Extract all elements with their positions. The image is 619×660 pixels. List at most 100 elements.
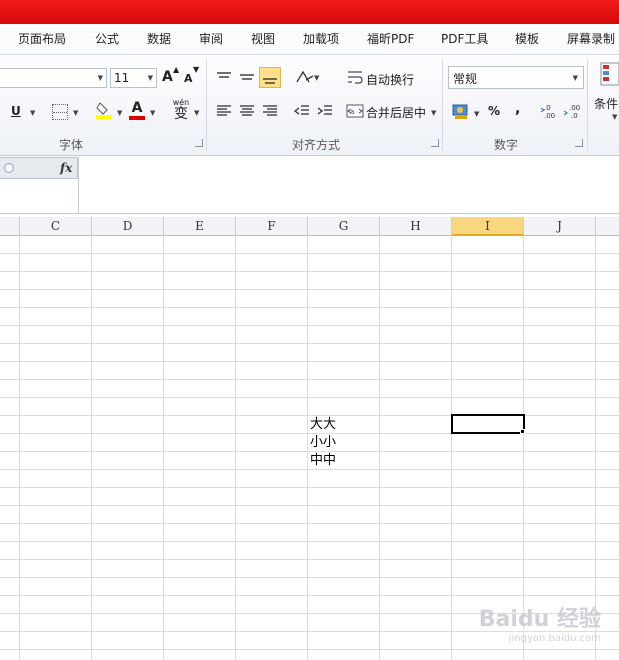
font-size-dropdown[interactable]: 11 ▼	[110, 68, 157, 88]
percent-style-button[interactable]: %	[488, 104, 500, 118]
chevron-down-icon: ▼	[147, 74, 153, 82]
align-center-icon[interactable]	[238, 103, 256, 119]
increase-font-button[interactable]: A	[162, 69, 173, 85]
formula-bar: fx	[0, 157, 619, 214]
wrap-text-icon[interactable]	[346, 69, 364, 87]
title-bar	[0, 0, 619, 24]
font-size-value: 11	[114, 71, 130, 85]
align-top-icon[interactable]	[215, 69, 233, 85]
ribbon-tabs: 页面布局 公式 数据 审阅 视图 加载项 福昕PDF PDF工具 模板 屏幕录制	[0, 24, 619, 54]
column-header-c[interactable]: C	[20, 217, 92, 236]
name-box-toggle-icon[interactable]	[4, 163, 14, 173]
tab-pdf-tools[interactable]: PDF工具	[441, 30, 488, 47]
chevron-down-icon: ▼	[30, 109, 36, 117]
accounting-format-icon[interactable]	[452, 102, 470, 120]
tab-page-layout[interactable]: 页面布局	[18, 30, 66, 47]
svg-text:.0: .0	[544, 104, 551, 112]
decrease-font-button[interactable]: A	[184, 72, 193, 85]
gridline	[451, 236, 452, 660]
align-middle-icon[interactable]	[238, 69, 256, 85]
active-cell[interactable]	[451, 414, 525, 434]
gridline	[595, 236, 596, 660]
watermark: Baidu 经验 jingyan.baidu.com	[479, 601, 601, 644]
name-box[interactable]: fx	[0, 157, 78, 179]
caret-down-icon: ▼	[193, 65, 200, 74]
font-group-label: 字体	[59, 138, 84, 152]
tab-templates[interactable]: 模板	[515, 30, 539, 47]
decrease-decimal-icon[interactable]: .00.0	[563, 102, 583, 120]
chevron-down-icon: ▼	[572, 74, 578, 82]
borders-icon[interactable]	[52, 104, 68, 120]
increase-decimal-icon[interactable]: .0.00	[540, 102, 560, 120]
svg-text:.00: .00	[569, 104, 580, 112]
ribbon: ▼ 11 ▼ A ▲ A ▼ U ▼ ▼ ▼ A ▼ wén 变 ▼ 字体 ▼ …	[0, 54, 619, 156]
group-separator	[442, 59, 443, 151]
merge-center-icon[interactable]: a	[346, 103, 364, 119]
gridline	[307, 236, 308, 660]
chevron-down-icon: ▼	[97, 74, 103, 82]
tab-review[interactable]: 审阅	[199, 30, 223, 47]
alignment-dialog-launcher[interactable]	[431, 139, 439, 147]
tab-foxit-pdf[interactable]: 福昕PDF	[367, 30, 414, 47]
column-header-h[interactable]: H	[380, 217, 452, 236]
insert-function-icon[interactable]: fx	[60, 161, 72, 175]
group-separator	[587, 59, 588, 151]
svg-text:.00: .00	[544, 112, 555, 120]
merge-center-button[interactable]: 合并后居中	[366, 104, 426, 121]
column-header-partial[interactable]	[596, 217, 619, 236]
increase-indent-icon[interactable]	[316, 103, 334, 119]
chevron-down-icon: ▼	[73, 109, 79, 117]
svg-text:.0: .0	[571, 112, 578, 120]
column-header-i[interactable]: I	[452, 217, 524, 236]
chevron-down-icon: ▼	[474, 110, 480, 118]
chevron-down-icon: ▼	[194, 109, 200, 117]
cell-g-line-3: 中中	[310, 453, 337, 468]
wrap-text-button[interactable]: 自动换行	[366, 71, 414, 88]
corner-partial	[0, 217, 20, 236]
formula-input[interactable]	[80, 159, 616, 211]
comma-style-button[interactable]: ,	[515, 101, 520, 117]
chevron-down-icon: ▼	[314, 74, 320, 82]
chevron-down-icon: ▼	[117, 109, 123, 117]
decrease-indent-icon[interactable]	[293, 103, 311, 119]
chevron-down-icon: ▼	[431, 109, 437, 117]
gridline	[379, 236, 380, 660]
cell-grid[interactable]: 大大 小小 中中 Baidu 经验 jingyan.baidu.com	[0, 236, 619, 660]
tab-formulas[interactable]: 公式	[95, 30, 119, 47]
font-name-dropdown[interactable]: ▼	[0, 68, 107, 88]
conditional-format-button[interactable]: 条件	[594, 95, 618, 112]
align-left-icon[interactable]	[215, 103, 233, 119]
number-group-label: 数字	[494, 138, 519, 152]
tab-add-ins[interactable]: 加载项	[303, 30, 339, 47]
phonetic-char: 变	[174, 106, 188, 122]
column-header-d[interactable]: D	[92, 217, 164, 236]
watermark-main: Baidu 经验	[478, 607, 601, 632]
align-right-icon[interactable]	[261, 103, 279, 119]
text-orientation-icon[interactable]	[294, 69, 316, 85]
fill-color-icon[interactable]	[96, 101, 112, 119]
tab-view[interactable]: 视图	[251, 30, 275, 47]
conditional-format-icon[interactable]	[600, 61, 619, 89]
column-header-j[interactable]: J	[524, 217, 596, 236]
formula-splitter	[78, 157, 79, 214]
column-header-f[interactable]: F	[236, 217, 308, 236]
fill-handle[interactable]	[520, 429, 525, 434]
column-header-e[interactable]: E	[164, 217, 236, 236]
number-format-value: 常规	[453, 72, 478, 86]
number-dialog-launcher[interactable]	[575, 139, 583, 147]
align-bottom-icon[interactable]	[259, 67, 281, 88]
tab-screen-record[interactable]: 屏幕录制	[567, 30, 615, 47]
column-header-row: C D E F G H I J	[0, 217, 619, 236]
group-separator	[206, 59, 207, 151]
number-format-dropdown[interactable]: 常规 ▼	[448, 66, 584, 89]
font-dialog-launcher[interactable]	[195, 139, 203, 147]
phonetic-guide-icon[interactable]: wén 变	[170, 99, 192, 122]
tab-data[interactable]: 数据	[147, 30, 171, 47]
gridline	[235, 236, 236, 660]
font-color-icon[interactable]: A	[128, 100, 146, 120]
underline-button[interactable]: U	[11, 104, 21, 118]
alignment-group-label: 对齐方式	[292, 138, 341, 152]
cell-g-line-1: 大大	[310, 417, 337, 432]
column-header-g[interactable]: G	[308, 217, 380, 236]
watermark-sub: jingyan.baidu.com	[508, 633, 601, 644]
